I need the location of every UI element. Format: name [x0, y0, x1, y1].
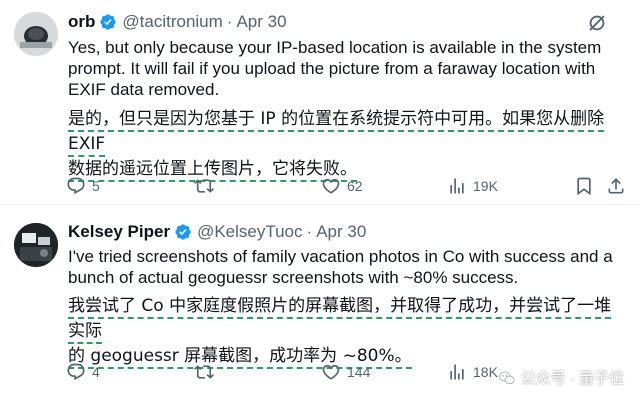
reply-count: 4	[92, 364, 100, 380]
tweet-text: I've tried screenshots of family vacatio…	[68, 247, 613, 287]
heart-icon	[322, 364, 340, 380]
retweet-button[interactable]	[194, 175, 220, 197]
reply-icon	[67, 177, 85, 195]
views-count: 19K	[473, 178, 498, 194]
like-count: 62	[347, 178, 363, 194]
tweet[interactable]: Kelsey Piper @KelseyTuoc · Apr 30 I've t…	[0, 205, 640, 402]
tweet[interactable]: orb @tacitronium · Apr 30 Yes, but only …	[0, 0, 640, 205]
tweet-translation: 我尝试了 Co 中家庭度假照片的屏幕截图，并取得了成功，并尝试了一堆实际 的 g…	[68, 294, 628, 369]
watermark-text: 公众号 · 量子位	[520, 370, 624, 387]
bookmark-icon	[577, 177, 591, 196]
reply-icon	[67, 363, 85, 381]
separator-dot: ·	[226, 12, 233, 31]
author-handle[interactable]: @KelseyTuoc	[197, 222, 302, 242]
verified-badge-icon	[99, 13, 117, 31]
share-button[interactable]	[606, 175, 626, 197]
author-handle[interactable]: @tacitronium	[122, 12, 222, 32]
wechat-icon	[498, 371, 515, 384]
tweet-text: Yes, but only because your IP-based loca…	[68, 38, 602, 99]
author-name[interactable]: Kelsey Piper	[68, 222, 170, 242]
author-avatar[interactable]	[14, 12, 58, 56]
translation-line: 我尝试了 Co 中家庭度假照片的屏幕截图，并取得了成功，并尝试了一堆实际	[68, 296, 612, 344]
translation-line: 是的，但只是因为您基于 IP 的位置在系统提示符中可用。如果您从删除 EXIF	[68, 109, 605, 157]
avatar-image	[14, 223, 58, 267]
timestamp[interactable]: Apr 30	[316, 222, 366, 242]
separator-dot: ·	[306, 222, 313, 241]
reply-button[interactable]: 5	[66, 175, 100, 197]
timestamp[interactable]: Apr 30	[236, 12, 286, 32]
reply-button[interactable]: 4	[66, 361, 100, 383]
avatar-image	[14, 12, 58, 56]
retweet-button[interactable]	[194, 361, 220, 383]
views-chart-icon	[450, 364, 464, 380]
share-icon	[608, 178, 624, 194]
views-button[interactable]: 19K	[447, 175, 498, 197]
tweet-header: orb @tacitronium · Apr 30	[68, 11, 287, 33]
grok-icon[interactable]	[586, 12, 608, 34]
author-avatar[interactable]	[14, 223, 58, 267]
retweet-icon	[194, 365, 214, 379]
bookmark-button[interactable]	[574, 175, 594, 197]
tweet-header: Kelsey Piper @KelseyTuoc · Apr 30	[68, 221, 366, 243]
reply-count: 5	[92, 178, 100, 194]
tweet-translation: 是的，但只是因为您基于 IP 的位置在系统提示符中可用。如果您从删除 EXIF …	[68, 107, 628, 182]
retweet-icon	[194, 179, 214, 193]
like-button[interactable]: 62	[321, 175, 363, 197]
views-chart-icon	[450, 178, 464, 194]
watermark: 公众号 · 量子位	[498, 367, 624, 388]
views-count: 18K	[473, 364, 498, 380]
like-count: 144	[347, 364, 371, 380]
author-name[interactable]: orb	[68, 12, 95, 32]
like-button[interactable]: 144	[321, 361, 370, 383]
views-button[interactable]: 18K	[447, 361, 498, 383]
tweet-actions: 5 62 19K	[66, 175, 626, 197]
verified-badge-icon	[174, 223, 192, 241]
heart-icon	[322, 178, 340, 194]
